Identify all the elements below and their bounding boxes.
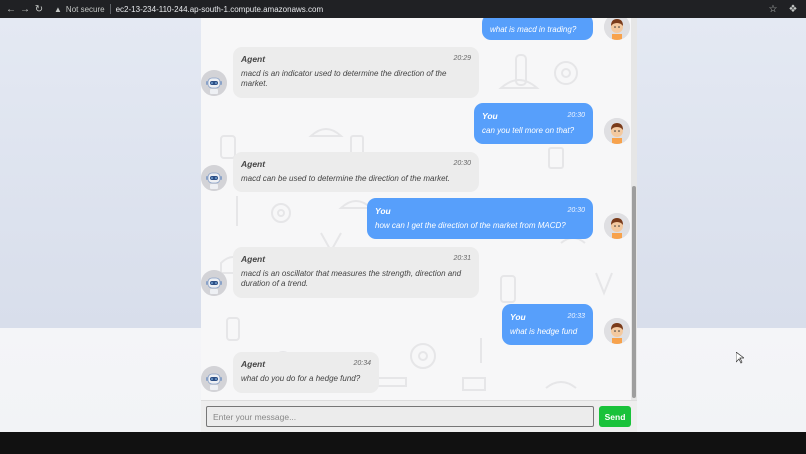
sender-name: Agent	[241, 359, 266, 369]
message-text: what do you do for a hedge fund?	[241, 374, 361, 383]
user-avatar-icon	[604, 118, 630, 144]
reload-icon[interactable]: ↻	[32, 4, 46, 15]
user-message: You 20:30 can you tell more on that?	[474, 103, 593, 144]
robot-avatar-icon	[201, 366, 227, 392]
message-input[interactable]	[206, 406, 594, 427]
agent-message: Agent 20:30 macd can be used to determine…	[233, 152, 479, 192]
message-text: can you tell more on that?	[482, 126, 575, 135]
agent-message: Agent 20:31 macd is an oscillator that me…	[233, 247, 479, 298]
message-time: 20:34	[353, 360, 371, 367]
mouse-cursor-icon	[736, 352, 744, 364]
star-icon[interactable]: ☆	[766, 4, 780, 15]
message-text: what is macd in trading?	[490, 25, 577, 34]
user-avatar-icon	[604, 213, 630, 239]
user-message: You 20:30 how can I get the direction of …	[367, 198, 593, 239]
message-time: 20:29	[453, 55, 471, 62]
sender-name: You	[482, 111, 498, 121]
extensions-icon[interactable]: ❖	[786, 4, 800, 15]
browser-toolbar: ← → ↻ ▲ Not secure ec2-13-234-110-244.ap…	[0, 0, 806, 18]
not-secure-label: Not secure	[65, 4, 105, 14]
message-composer: Send	[201, 400, 637, 432]
send-button[interactable]: Send	[599, 406, 631, 427]
message-time: 20:30	[567, 112, 585, 119]
back-arrow-icon[interactable]: ←	[4, 4, 18, 15]
chat-history[interactable]: what is macd in trading? Agent 20:29 mac…	[201, 18, 631, 400]
message-text: what is hedge fund	[510, 327, 578, 336]
user-message: what is macd in trading?	[482, 18, 593, 40]
chat-scrollbar[interactable]	[631, 18, 637, 400]
forward-arrow-icon[interactable]: →	[18, 4, 32, 15]
message-text: macd can be used to determine the direct…	[241, 174, 451, 183]
warning-icon: ▲	[54, 4, 62, 14]
bottom-bar	[0, 432, 806, 454]
sender-name: You	[510, 312, 526, 322]
sender-name: Agent	[241, 54, 266, 64]
address-bar[interactable]: ▲ Not secure ec2-13-234-110-244.ap-south…	[54, 4, 323, 14]
url-text[interactable]: ec2-13-234-110-244.ap-south-1.compute.am…	[116, 5, 324, 14]
agent-message: Agent 20:34 what do you do for a hedge fu…	[233, 352, 379, 393]
message-time: 20:33	[567, 313, 585, 320]
sender-name: Agent	[241, 159, 266, 169]
address-divider	[109, 4, 111, 14]
robot-avatar-icon	[201, 270, 227, 296]
message-time: 20:30	[453, 160, 471, 167]
message-time: 20:31	[453, 255, 471, 262]
scrollbar-thumb[interactable]	[632, 186, 636, 398]
robot-avatar-icon	[201, 165, 227, 191]
user-message: You 20:33 what is hedge fund	[502, 304, 593, 345]
sender-name: You	[375, 206, 391, 216]
agent-message: Agent 20:29 macd is an indicator used to …	[233, 47, 479, 98]
robot-avatar-icon	[201, 70, 227, 96]
sender-name: Agent	[241, 254, 266, 264]
message-text: macd is an oscillator that measures the …	[241, 269, 462, 288]
message-text: how can I get the direction of the marke…	[375, 221, 566, 230]
message-time: 20:30	[567, 207, 585, 214]
chat-panel: what is macd in trading? Agent 20:29 mac…	[201, 18, 637, 432]
message-text: macd is an indicator used to determine t…	[241, 69, 447, 88]
user-avatar-icon	[604, 318, 630, 344]
